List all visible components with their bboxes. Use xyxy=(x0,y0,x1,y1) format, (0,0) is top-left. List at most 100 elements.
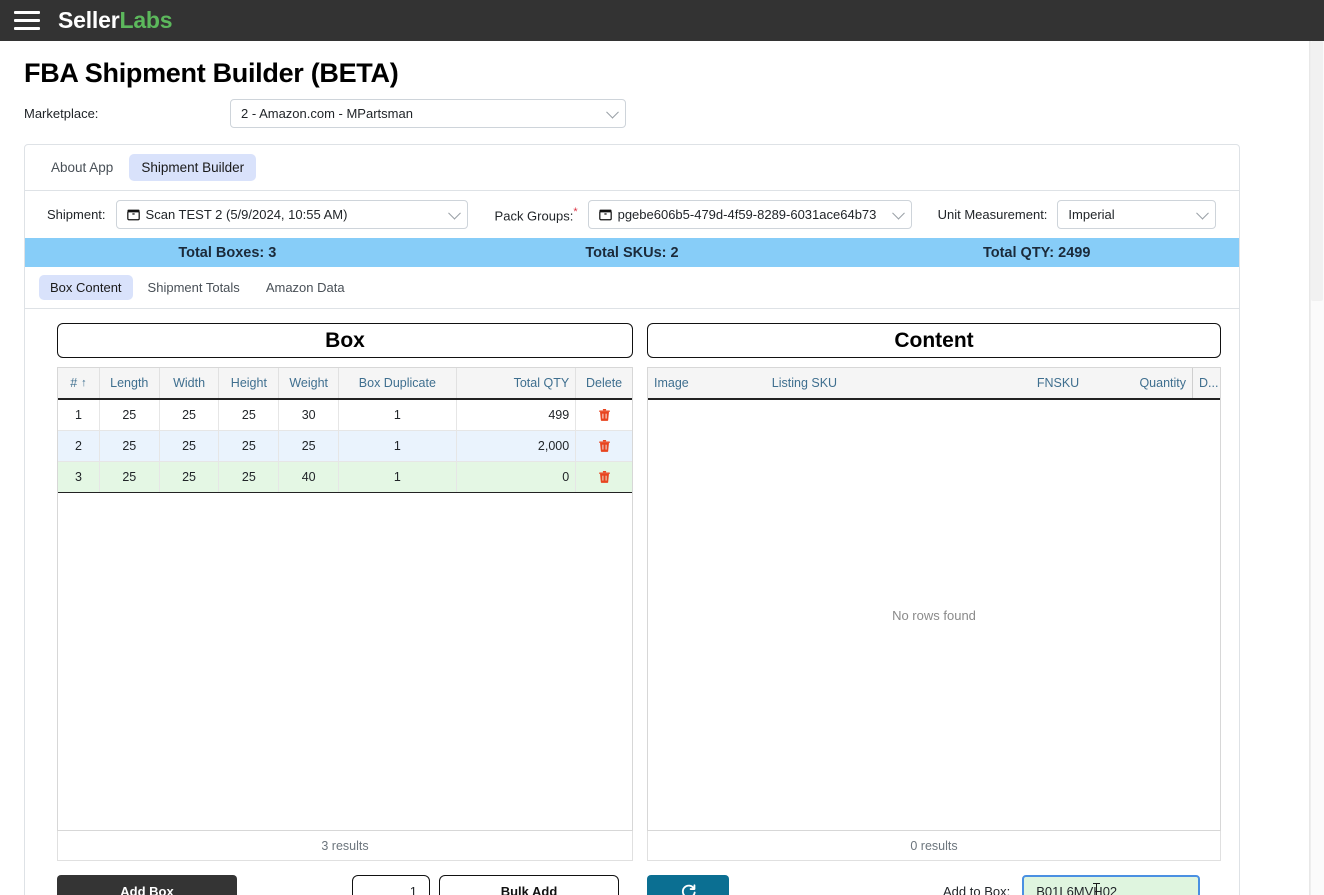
scrollbar-thumb[interactable] xyxy=(1311,41,1323,301)
trash-icon xyxy=(598,408,610,421)
pack-groups-value: pgebe606b5-479d-4f59-8289-6031ace64b73 xyxy=(617,207,877,222)
column-header-weight[interactable]: Weight xyxy=(279,368,340,398)
box-actions: Add Box 1 Bulk Add xyxy=(57,875,633,895)
trash-icon xyxy=(598,470,610,483)
column-header-delete[interactable]: Delete xyxy=(576,368,632,398)
page-scrollbar[interactable] xyxy=(1310,41,1324,895)
builder-card: About App Shipment Builder Shipment: Sca… xyxy=(24,144,1240,895)
bulk-quantity-input[interactable]: 1 xyxy=(352,875,430,895)
chevron-down-icon xyxy=(606,105,619,119)
box-icon xyxy=(126,209,140,221)
brand-second: Labs xyxy=(119,7,173,33)
pack-groups-select[interactable]: pgebe606b5-479d-4f59-8289-6031ace64b73 xyxy=(587,200,912,229)
cell-num: 1 xyxy=(58,400,100,430)
column-header-length[interactable]: Length xyxy=(100,368,160,398)
marketplace-value: 2 - Amazon.com - MPartsman xyxy=(241,106,413,121)
content-grid-footer: 0 results xyxy=(647,831,1221,861)
cell-box-duplicate[interactable]: 1 xyxy=(339,462,457,492)
page-wrap: FBA Shipment Builder (BETA) Marketplace:… xyxy=(0,41,1310,895)
cell-length[interactable]: 25 xyxy=(100,400,160,430)
pack-groups-label-text: Pack Groups: xyxy=(494,208,574,224)
add-box-button[interactable]: Add Box xyxy=(57,875,237,895)
tab-about-app[interactable]: About App xyxy=(39,154,125,181)
box-panel-title: Box xyxy=(57,323,633,358)
delete-row-button[interactable] xyxy=(576,462,632,492)
column-header-fnsku[interactable]: FNSKU xyxy=(945,368,1085,398)
inner-tab-bar: Box Content Shipment Totals Amazon Data xyxy=(25,267,1239,309)
cell-height[interactable]: 25 xyxy=(219,431,280,461)
trash-icon xyxy=(598,439,610,452)
refresh-icon xyxy=(681,884,696,895)
table-row[interactable]: 1 25 25 25 30 1 499 xyxy=(58,400,632,431)
tab-shipment-totals[interactable]: Shipment Totals xyxy=(137,275,251,300)
shipment-value: Scan TEST 2 (5/9/2024, 10:55 AM) xyxy=(145,207,348,222)
table-row[interactable]: 2 25 25 25 25 1 2,000 xyxy=(58,431,632,462)
cell-width[interactable]: 25 xyxy=(160,400,220,430)
column-header-box-duplicate[interactable]: Box Duplicate xyxy=(339,368,457,398)
tab-shipment-builder[interactable]: Shipment Builder xyxy=(129,154,257,181)
brand-logo[interactable]: SellerLabs xyxy=(58,7,173,34)
brand-first: Seller xyxy=(58,7,120,33)
content-actions: Add to Box: B01L6MVH02 xyxy=(647,875,1221,895)
chevron-down-icon xyxy=(1196,206,1210,220)
column-header-num[interactable]: # ↑ xyxy=(58,368,100,398)
cell-total-qty: 0 xyxy=(457,462,577,492)
filter-row: Shipment: Scan TEST 2 (5/9/2024, 10:55 A… xyxy=(25,191,1239,238)
outer-tab-bar: About App Shipment Builder xyxy=(25,145,1239,191)
shipment-label: Shipment: xyxy=(47,207,106,222)
column-header-listing-sku[interactable]: Listing SKU xyxy=(766,368,946,398)
unit-measurement-label: Unit Measurement: xyxy=(937,207,1048,222)
cell-weight[interactable]: 40 xyxy=(279,462,340,492)
column-header-width[interactable]: Width xyxy=(160,368,220,398)
cell-total-qty: 499 xyxy=(457,400,577,430)
cell-box-duplicate[interactable]: 1 xyxy=(339,400,457,430)
shipment-select[interactable]: Scan TEST 2 (5/9/2024, 10:55 AM) xyxy=(115,200,468,229)
table-row[interactable]: 3 25 25 25 40 1 0 xyxy=(58,462,632,493)
sku-scan-value: B01L6MVH02 xyxy=(1036,884,1118,895)
cell-box-duplicate[interactable]: 1 xyxy=(339,431,457,461)
column-header-delete-truncated[interactable]: D... xyxy=(1192,368,1220,398)
delete-row-button[interactable] xyxy=(576,400,632,430)
text-cursor-icon xyxy=(1093,883,1101,895)
summary-bar: Total Boxes: 3 Total SKUs: 2 Total QTY: … xyxy=(25,238,1239,267)
column-header-image[interactable]: Image xyxy=(648,368,766,398)
content-panel: Content Image Listing SKU FNSKU Quantity… xyxy=(647,323,1221,861)
add-to-box-label: Add to Box: xyxy=(943,884,1011,895)
box-grid: # ↑ Length Width Height Weight Box Dupli… xyxy=(57,367,633,831)
box-grid-header: # ↑ Length Width Height Weight Box Dupli… xyxy=(58,367,632,400)
chevron-down-icon xyxy=(891,206,905,220)
sort-ascending-icon: ↑ xyxy=(81,377,87,389)
box-panel: Box # ↑ Length Width Height Weight Box D… xyxy=(57,323,633,861)
content-panel-title: Content xyxy=(647,323,1221,358)
column-header-height[interactable]: Height xyxy=(219,368,280,398)
sku-scan-input[interactable]: B01L6MVH02 xyxy=(1022,875,1201,895)
box-grid-footer: 3 results xyxy=(57,831,633,861)
refresh-button[interactable] xyxy=(647,875,729,895)
cell-num: 3 xyxy=(58,462,100,492)
bulk-add-button[interactable]: Bulk Add xyxy=(439,875,619,895)
page-title: FBA Shipment Builder (BETA) xyxy=(24,58,399,88)
marketplace-label: Marketplace: xyxy=(24,106,99,121)
cell-height[interactable]: 25 xyxy=(219,400,280,430)
hamburger-icon[interactable] xyxy=(12,9,42,33)
delete-row-button[interactable] xyxy=(576,431,632,461)
column-header-total-qty[interactable]: Total QTY xyxy=(457,368,577,398)
content-grid-header: Image Listing SKU FNSKU Quantity D... xyxy=(648,367,1220,400)
cell-total-qty: 2,000 xyxy=(457,431,577,461)
cell-length[interactable]: 25 xyxy=(100,431,160,461)
unit-measurement-select[interactable]: Imperial xyxy=(1057,200,1217,229)
cell-height[interactable]: 25 xyxy=(219,462,280,492)
marketplace-select[interactable]: 2 - Amazon.com - MPartsman xyxy=(230,99,626,128)
cell-weight[interactable]: 30 xyxy=(279,400,340,430)
column-header-quantity[interactable]: Quantity xyxy=(1085,368,1192,398)
cell-length[interactable]: 25 xyxy=(100,462,160,492)
cell-weight[interactable]: 25 xyxy=(279,431,340,461)
cell-width[interactable]: 25 xyxy=(160,431,220,461)
content-grid-body: No rows found xyxy=(648,400,1220,830)
tab-amazon-data[interactable]: Amazon Data xyxy=(255,275,356,300)
panels: Box # ↑ Length Width Height Weight Box D… xyxy=(25,309,1239,861)
chevron-down-icon xyxy=(447,206,461,220)
tab-box-content[interactable]: Box Content xyxy=(39,275,133,300)
cell-width[interactable]: 25 xyxy=(160,462,220,492)
content-grid: Image Listing SKU FNSKU Quantity D... No… xyxy=(647,367,1221,831)
